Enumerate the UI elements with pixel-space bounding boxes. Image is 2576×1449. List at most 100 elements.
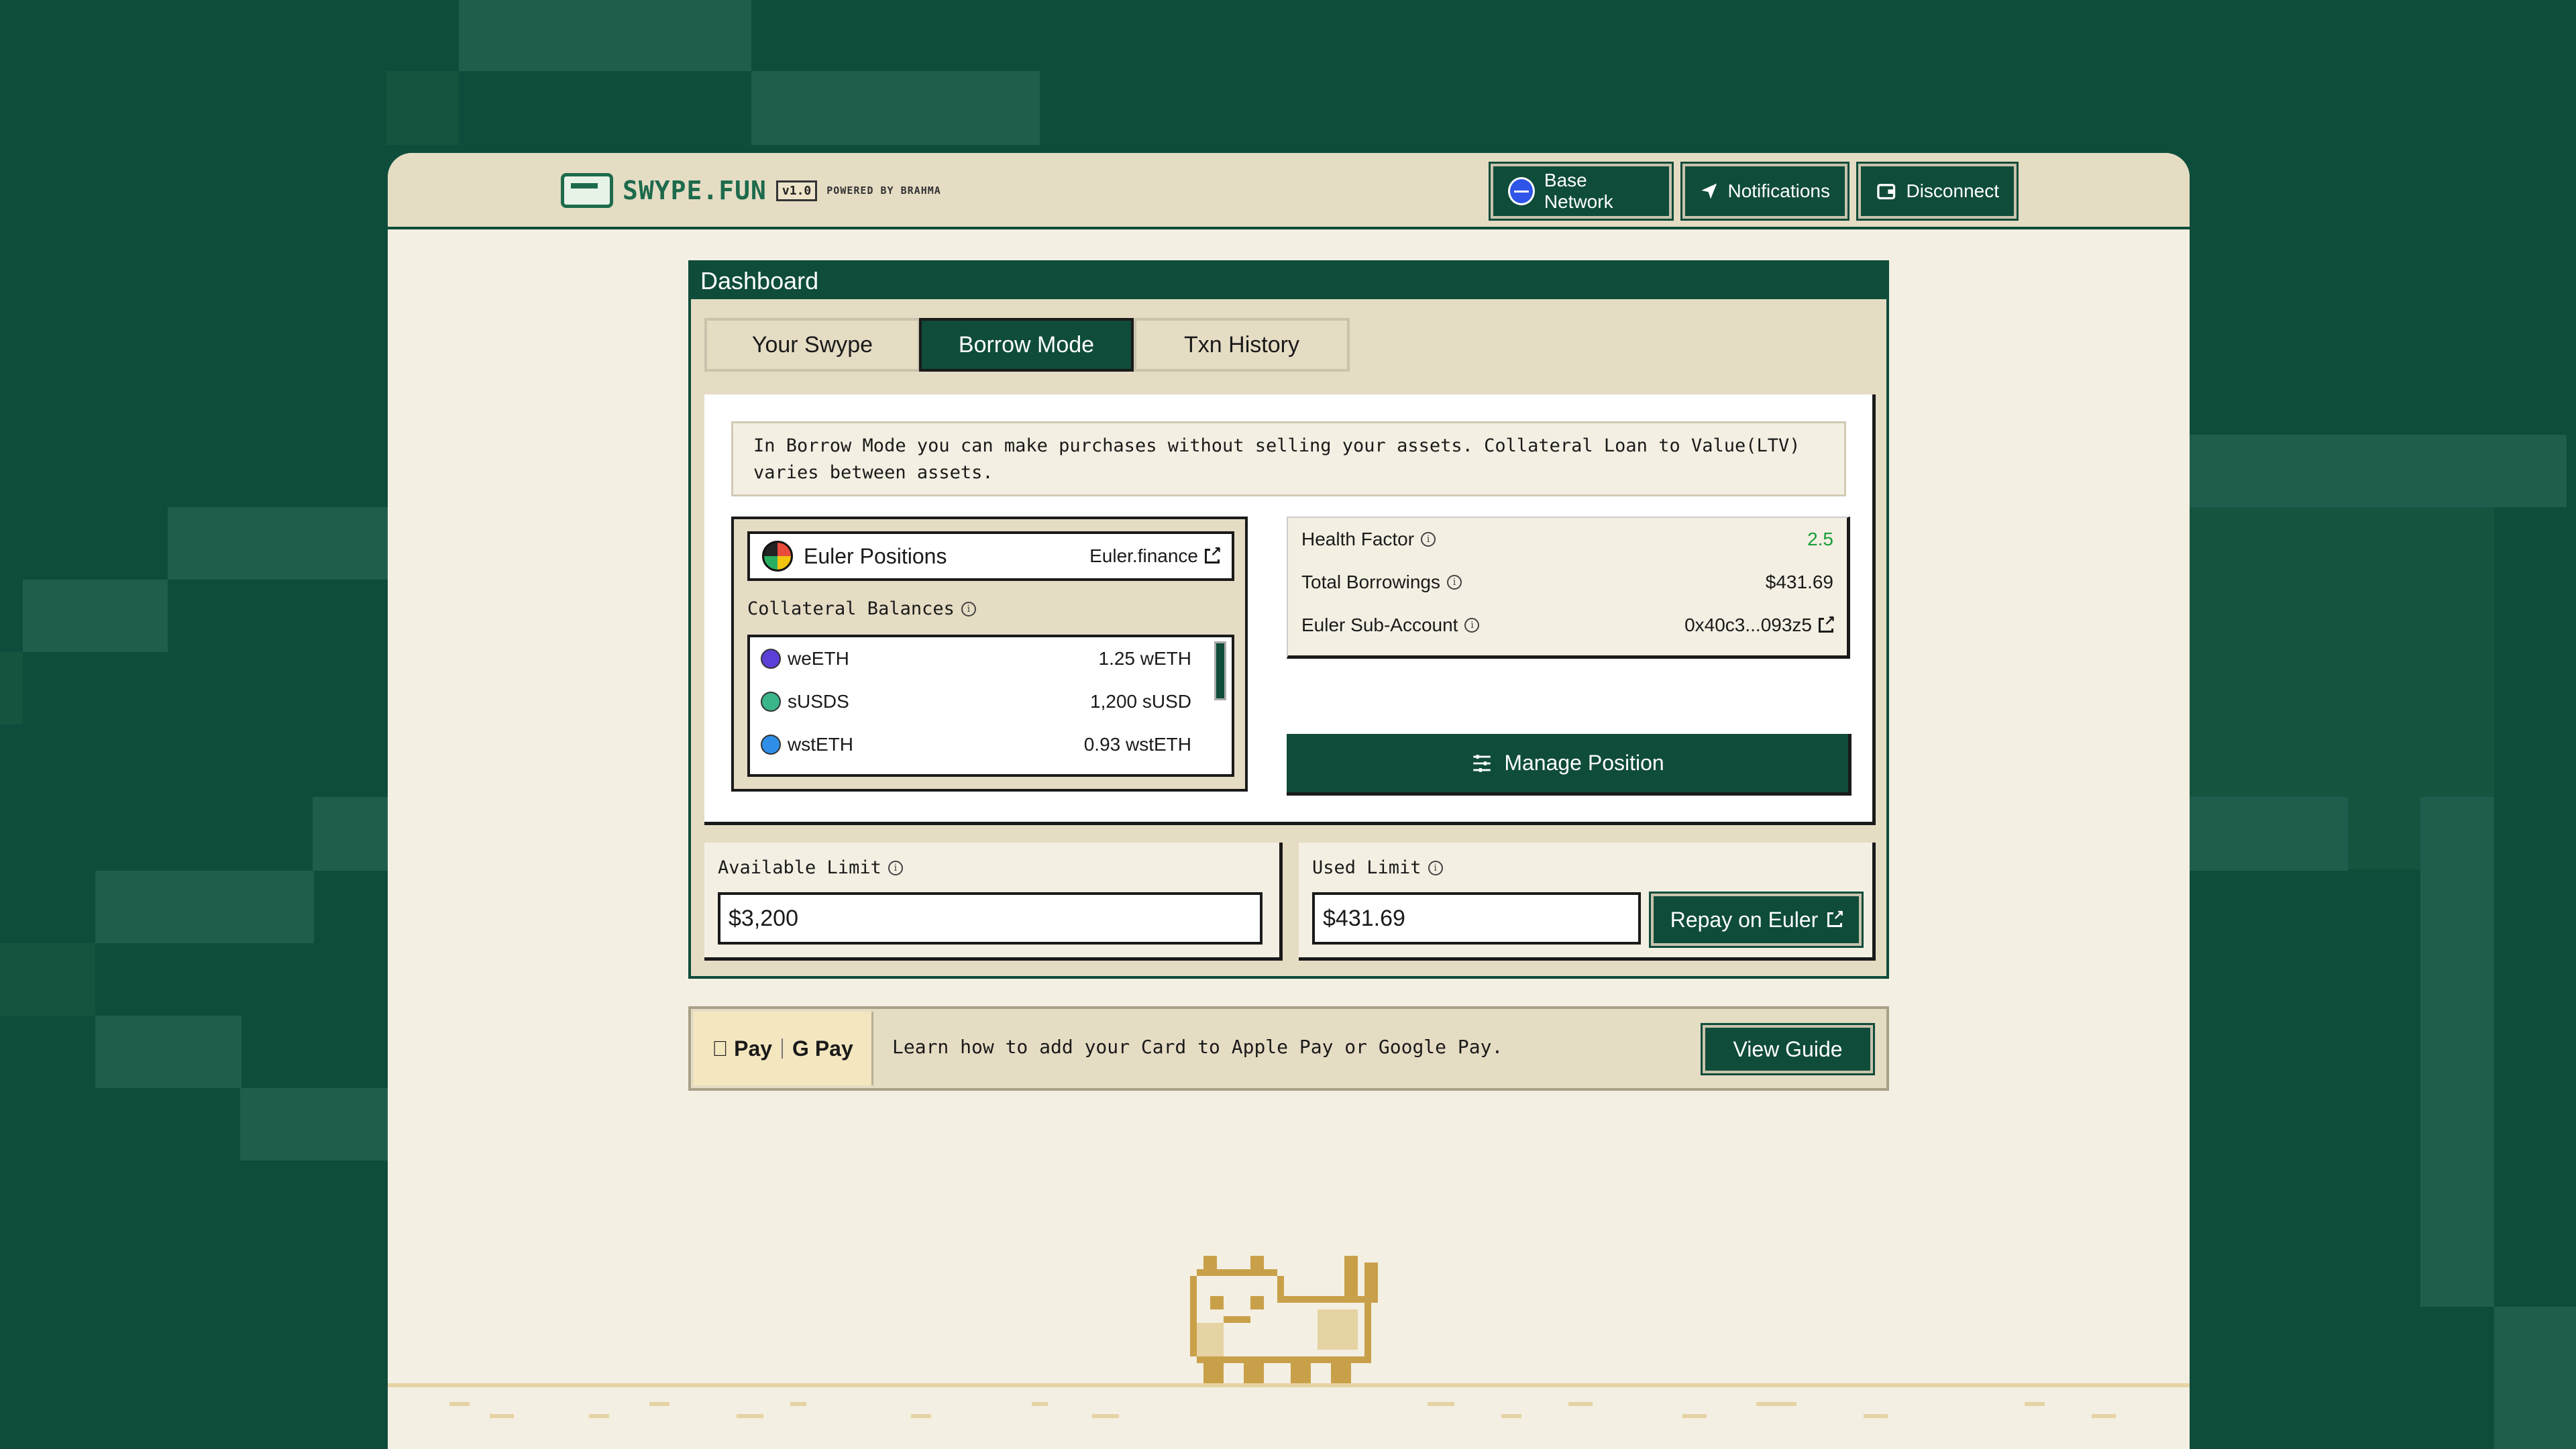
external-link-icon	[1819, 612, 1835, 633]
ground-speck	[1682, 1414, 1707, 1418]
used-limit-value: $431.69	[1323, 905, 1405, 931]
used-limit-field[interactable]: $431.69	[1312, 892, 1641, 945]
manage-position-button[interactable]: Manage Position	[1287, 734, 1851, 796]
scrollbar[interactable]	[1214, 641, 1226, 700]
asset-name: weETH	[788, 648, 849, 669]
ground-speck	[737, 1414, 763, 1418]
view-guide-button[interactable]: View Guide	[1701, 1023, 1875, 1075]
health-factor-value: 2.5	[1807, 529, 1833, 549]
available-limit-field[interactable]: $3,200	[718, 892, 1263, 945]
stat-health-factor: Health Factor i 2.5	[1288, 518, 1847, 561]
pixel-cat-illustration	[1190, 1256, 1378, 1383]
sub-account-value: 0x40c3...093z5	[1684, 614, 1812, 635]
position-stats: Health Factor i 2.5 Total Borrowings i $…	[1287, 517, 1850, 659]
info-icon[interactable]: i	[1421, 532, 1436, 547]
repay-on-euler-button[interactable]: Repay on Euler	[1649, 892, 1864, 948]
borrow-info-text: In Borrow Mode you can make purchases wi…	[731, 421, 1846, 496]
tab-label: Your Swype	[751, 331, 873, 358]
asset-amount: 1.25 wETH	[1098, 648, 1192, 669]
tab-borrow-mode[interactable]: Borrow Mode	[919, 318, 1134, 372]
disconnect-button[interactable]: Disconnect	[1856, 162, 2019, 221]
apple-pay-logo:  Pay	[712, 1036, 772, 1061]
ground-speck	[1032, 1402, 1048, 1406]
apple-icon: 	[712, 1036, 728, 1061]
available-limit-label: Available Limit i	[718, 857, 903, 878]
used-limit-label: Used Limit i	[1312, 857, 1443, 878]
sliders-icon	[1473, 754, 1491, 772]
wallet-icon	[1877, 184, 1896, 200]
base-network-icon	[1508, 177, 1535, 205]
sub-account-link[interactable]: 0x40c3...093z5	[1684, 612, 1835, 636]
ground-speck	[1092, 1414, 1119, 1418]
info-icon[interactable]: i	[961, 601, 976, 616]
collateral-list[interactable]: weETH 1.25 wETH sUSDS 1,200 sUSD wstETH …	[747, 635, 1234, 777]
logo[interactable]: SWYPE.FUN v1.0 POWERED BY BRAHMA	[561, 173, 941, 208]
info-line: varies between assets.	[753, 462, 994, 483]
info-line: In Borrow Mode you can make purchases wi…	[753, 435, 1801, 456]
bg-tile	[23, 580, 168, 652]
external-link-icon	[1827, 906, 1845, 927]
bg-tile	[168, 507, 388, 580]
stat-sub-account: Euler Sub-Account i 0x40c3...093z5	[1288, 604, 1847, 647]
collateral-balances-label: Collateral Balances i	[747, 598, 976, 619]
tab-your-swype[interactable]: Your Swype	[704, 318, 920, 372]
apple-pay-text: Pay	[722, 1036, 772, 1061]
ground-speck	[1568, 1402, 1593, 1406]
ground-speck	[490, 1414, 514, 1418]
ground-speck	[2092, 1414, 2116, 1418]
version-badge: v1.0	[775, 180, 818, 201]
tab-txn-history[interactable]: Txn History	[1134, 318, 1350, 372]
notifications-button[interactable]: Notifications	[1680, 162, 1849, 221]
asset-name: sUSDS	[788, 691, 849, 712]
app-window: SWYPE.FUN v1.0 POWERED BY BRAHMA Base Ne…	[388, 153, 2190, 1449]
available-limit-card: Available Limit i $3,200	[704, 843, 1283, 961]
ground-speck	[790, 1402, 806, 1406]
bg-tile	[95, 871, 314, 943]
card-logo-icon	[561, 173, 613, 208]
asset-name: wstETH	[788, 734, 853, 755]
dashboard-panel: Dashboard Your Swype Borrow Mode Txn His…	[688, 260, 1889, 979]
tab-label: Borrow Mode	[958, 331, 1095, 358]
stat-label: Total Borrowings	[1301, 572, 1440, 592]
info-icon[interactable]: i	[1446, 575, 1462, 590]
bg-tile	[240, 1088, 388, 1161]
ground-speck	[1501, 1414, 1521, 1418]
tab-label: Txn History	[1184, 331, 1299, 358]
euler-finance-link[interactable]: Euler.finance	[1089, 543, 1222, 567]
used-limit-card: Used Limit i $431.69 Repay on Euler	[1299, 843, 1876, 961]
send-icon	[1701, 183, 1717, 199]
bg-tile	[2190, 797, 2348, 871]
bg-tile	[95, 1016, 241, 1088]
euler-link-label: Euler.finance	[1089, 545, 1198, 566]
wsteth-icon	[761, 735, 781, 755]
pay-logos:  Pay G Pay	[694, 1012, 873, 1085]
info-icon[interactable]: i	[888, 860, 903, 875]
ground-speck	[1864, 1414, 1888, 1418]
bg-tile	[313, 797, 388, 871]
bg-tile	[459, 0, 751, 71]
logo-text: SWYPE.FUN	[623, 176, 767, 205]
stat-total-borrowings: Total Borrowings i $431.69	[1288, 561, 1847, 604]
powered-by: POWERED BY BRAHMA	[826, 184, 941, 197]
guide-label: View Guide	[1733, 1036, 1843, 1061]
stat-label: Health Factor	[1301, 529, 1415, 549]
pay-guide-text: Learn how to add your Card to Apple Pay …	[892, 1036, 1503, 1058]
euler-logo-icon	[762, 541, 793, 572]
available-limit-value: $3,200	[729, 905, 798, 931]
ground-speck	[2025, 1402, 2045, 1406]
borrow-mode-content: In Borrow Mode you can make purchases wi…	[704, 394, 1876, 825]
ground-speck	[911, 1414, 931, 1418]
stat-label: Euler Sub-Account	[1301, 614, 1458, 635]
bg-tile	[386, 71, 459, 145]
info-icon[interactable]: i	[1428, 860, 1443, 875]
asset-amount: 0.93 wstETH	[1083, 734, 1191, 755]
bg-tile	[0, 943, 95, 1016]
list-item: sUSDS 1,200 sUSD	[750, 680, 1232, 723]
ground-speck	[1428, 1402, 1454, 1406]
susds-icon	[761, 692, 781, 712]
network-button[interactable]: Base Network	[1489, 162, 1674, 221]
info-icon[interactable]: i	[1464, 618, 1480, 633]
network-label: Base Network	[1544, 170, 1613, 212]
bg-tile	[2494, 1307, 2576, 1449]
dashboard-title: Dashboard	[691, 263, 1886, 299]
